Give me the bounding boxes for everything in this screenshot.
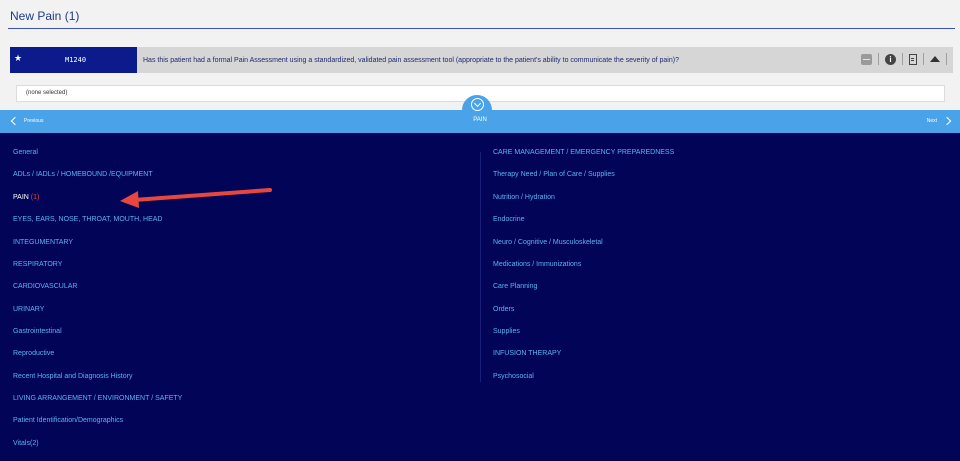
- divider: [902, 53, 903, 65]
- question-actions: i: [861, 53, 947, 65]
- menu-item[interactable]: Endocrine: [493, 216, 525, 223]
- menu-item-label: General: [13, 149, 38, 156]
- question-text: Has this patient had a formal Pain Asses…: [143, 56, 679, 64]
- menu-item[interactable]: Neuro / Cognitive / Musculoskeletal: [493, 239, 603, 246]
- nav-title: PAIN: [473, 117, 487, 123]
- minus-icon[interactable]: [861, 53, 872, 65]
- menu-item[interactable]: Care Planning: [493, 283, 537, 290]
- section-nav-bar: Previous PAIN Next: [0, 110, 960, 133]
- document-icon[interactable]: [909, 53, 917, 65]
- required-star-icon: ★: [14, 53, 23, 63]
- menu-item[interactable]: CARE MANAGEMENT / EMERGENCY PREPAREDNESS: [493, 149, 674, 156]
- menu-item-label: EYES, EARS, NOSE, THROAT, MOUTH, HEAD: [13, 216, 163, 223]
- menu-item[interactable]: ADLs / IADLs / HOMEBOUND /EQUIPMENT: [13, 171, 153, 178]
- menu-item-count: (1): [30, 194, 40, 201]
- menu-item[interactable]: INFUSION THERAPY: [493, 350, 561, 357]
- menu-item-label: URINARY: [13, 306, 45, 313]
- menu-item[interactable]: INTEGUMENTARY: [13, 239, 73, 246]
- menu-item-label: INFUSION THERAPY: [493, 350, 562, 357]
- menu-item-label: Neuro / Cognitive / Musculoskeletal: [493, 239, 603, 246]
- menu-item-active[interactable]: PAIN (1): [13, 194, 39, 201]
- next-label: Next: [926, 118, 937, 124]
- menu-item-label: Supplies: [493, 328, 520, 335]
- menu-item[interactable]: Supplies: [493, 328, 520, 335]
- menu-item-label: CARDIOVASCULAR: [13, 283, 78, 290]
- menu-item[interactable]: Orders: [493, 306, 514, 313]
- menu-item-label: Nutrition / Hydration: [493, 194, 555, 201]
- menu-item[interactable]: RESPIRATORY: [13, 261, 62, 268]
- menu-item-label: PAIN: [13, 194, 29, 201]
- question-row: ★ M1240 Has this patient had a formal Pa…: [10, 47, 953, 73]
- menu-item-label: CARE MANAGEMENT / EMERGENCY PREPAREDNESS: [493, 149, 675, 156]
- menu-item-label: Medications / Immunizations: [493, 261, 582, 268]
- column-divider: [480, 152, 481, 382]
- menu-item-label: Psychosocial: [493, 373, 534, 380]
- menu-item-label: Orders: [493, 306, 515, 313]
- menu-item[interactable]: Psychosocial: [493, 373, 534, 380]
- menu-item[interactable]: Gastrointestinal: [13, 328, 62, 335]
- menu-item-label: Care Planning: [493, 283, 538, 290]
- menu-item[interactable]: Vitals(2): [13, 440, 39, 447]
- chevron-right-icon: [942, 116, 952, 126]
- section-rule: [8, 28, 955, 29]
- menu-item-label: Gastrointestinal: [13, 328, 62, 335]
- menu-item[interactable]: Nutrition / Hydration: [493, 194, 555, 201]
- menu-item[interactable]: Therapy Need / Plan of Care / Supplies: [493, 171, 615, 178]
- menu-item-label: Vitals(2): [13, 440, 39, 447]
- question-code-badge: ★ M1240: [10, 47, 137, 73]
- menu-item[interactable]: LIVING ARRANGEMENT / ENVIRONMENT / SAFET…: [13, 395, 182, 402]
- menu-item[interactable]: Patient Identification/Demographics: [13, 417, 123, 424]
- divider: [923, 53, 924, 65]
- divider: [878, 53, 879, 65]
- menu-item[interactable]: CARDIOVASCULAR: [13, 283, 77, 290]
- menu-item-label: LIVING ARRANGEMENT / ENVIRONMENT / SAFET…: [13, 395, 183, 402]
- collapse-up-icon[interactable]: [930, 56, 940, 62]
- section-menu: General ADLs / IADLs / HOMEBOUND /EQUIPM…: [0, 133, 960, 461]
- menu-item[interactable]: General: [13, 149, 38, 156]
- menu-item[interactable]: EYES, EARS, NOSE, THROAT, MOUTH, HEAD: [13, 216, 163, 223]
- annotation-arrow-icon: [120, 188, 272, 208]
- info-icon[interactable]: i: [885, 53, 896, 65]
- menu-item-label: Patient Identification/Demographics: [13, 417, 124, 424]
- menu-item-label: ADLs / IADLs / HOMEBOUND /EQUIPMENT: [13, 171, 153, 178]
- menu-item-label: Reproductive: [13, 350, 55, 357]
- menu-item[interactable]: Medications / Immunizations: [493, 261, 581, 268]
- menu-item[interactable]: Recent Hospital and Diagnosis History: [13, 373, 132, 380]
- menu-item[interactable]: Reproductive: [13, 350, 54, 357]
- chevron-down-icon: [470, 98, 484, 111]
- divider: [946, 53, 947, 65]
- menu-item-label: Endocrine: [493, 216, 525, 223]
- menu-item[interactable]: URINARY: [13, 306, 44, 313]
- next-button[interactable]: Next: [926, 115, 952, 127]
- section-title: New Pain (1): [10, 9, 80, 23]
- menu-item-label: Recent Hospital and Diagnosis History: [13, 373, 133, 380]
- question-code: M1240: [65, 56, 87, 64]
- answer-value: (none selected): [26, 90, 68, 96]
- menu-item-label: INTEGUMENTARY: [13, 239, 74, 246]
- menu-item-label: RESPIRATORY: [13, 261, 63, 268]
- menu-item-label: Therapy Need / Plan of Care / Supplies: [493, 171, 615, 178]
